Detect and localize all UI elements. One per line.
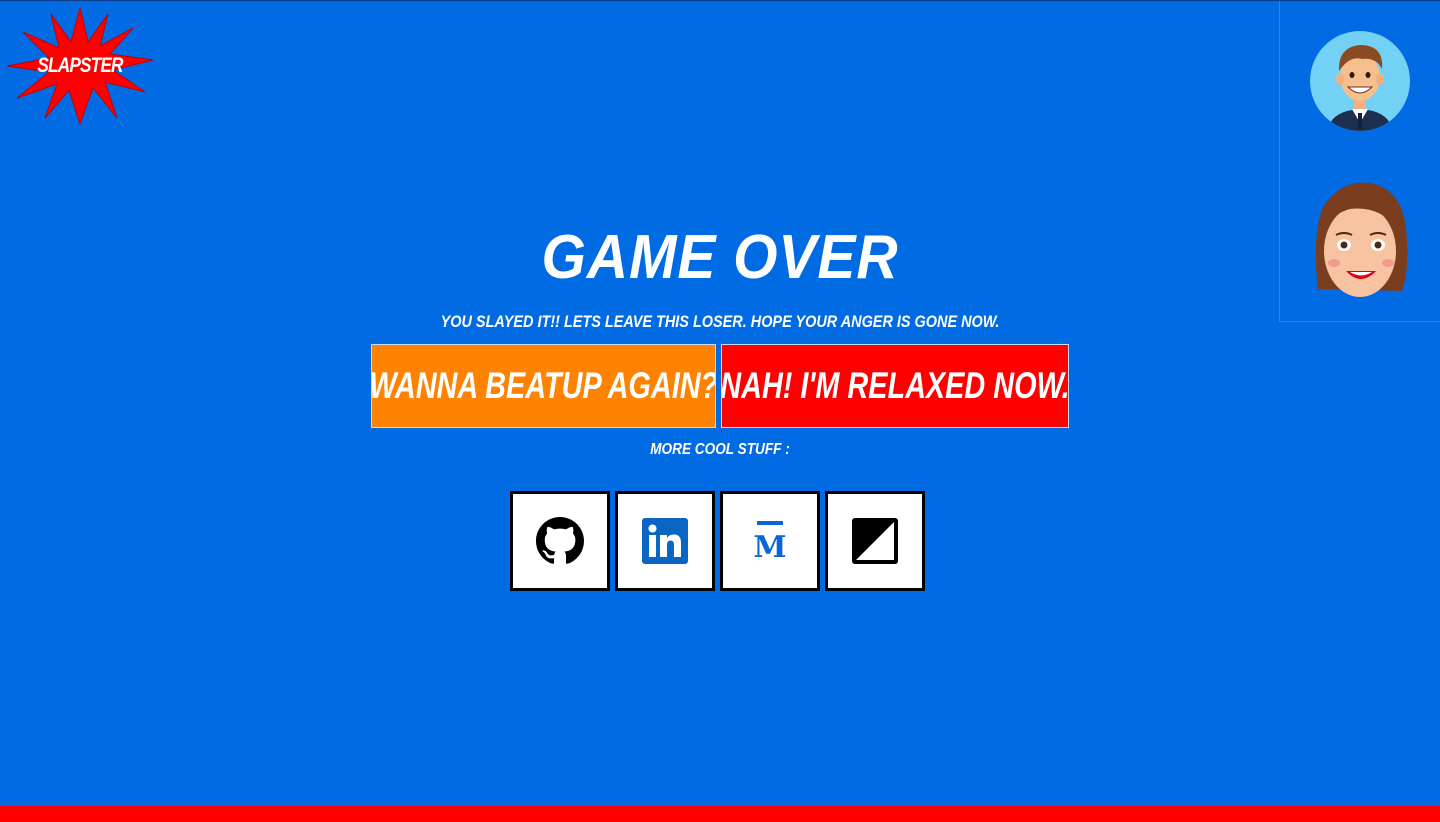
quit-button[interactable]: NAH! I'M RELAXED NOW. [721,344,1069,428]
game-over-title: GAME OVER [541,223,899,292]
contrast-icon [852,518,898,564]
bottom-bar [0,806,1440,822]
github-icon [536,517,584,564]
medium-icon: M [753,521,787,565]
game-over-subtitle: YOU SLAYED IT!! LETS LEAVE THIS LOSER. H… [440,312,1000,331]
slapster-logo: SLAPSTER [5,6,155,126]
man-avatar-icon [1310,31,1410,131]
linkedin-icon [642,518,688,564]
top-border [0,0,1440,1]
play-again-button[interactable]: WANNA BEATUP AGAIN? [371,344,716,428]
quit-label: NAH! I'M RELAXED NOW. [721,365,1069,406]
medium-link[interactable]: M [720,491,820,591]
play-again-label: WANNA BEATUP AGAIN? [371,365,716,406]
more-cool-stuff-label: MORE COOL STUFF : [650,441,790,458]
svg-text:M: M [753,530,786,565]
linkedin-link[interactable] [615,491,715,591]
logo-text: SLAPSTER [37,54,123,77]
github-link[interactable] [510,491,610,591]
contrast-link[interactable] [825,491,925,591]
